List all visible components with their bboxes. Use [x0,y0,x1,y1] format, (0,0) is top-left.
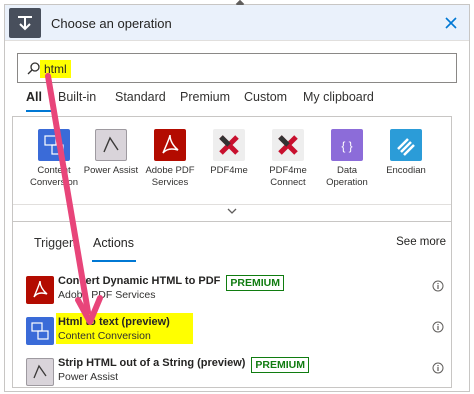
active-action-tab-indicator [92,260,136,262]
tab-premium[interactable]: Premium [180,90,230,104]
info-icon[interactable] [432,280,444,292]
action-subtitle: Power Assist [58,371,119,383]
tab-triggers[interactable]: Triggers [34,236,79,250]
encodian-icon [390,129,422,161]
panel-header: Choose an operation [5,5,469,41]
tab-all[interactable]: All [26,90,42,104]
premium-badge: PREMIUM [226,275,284,291]
data-operation-icon: { } [331,129,363,161]
tab-standard[interactable]: Standard [115,90,166,104]
tab-actions[interactable]: Actions [93,236,134,250]
chevron-down-icon[interactable] [226,206,238,216]
power-assist-icon [26,358,54,386]
see-more-link[interactable]: See more [396,236,446,248]
info-icon[interactable] [432,362,444,374]
pdf4me-icon [213,129,245,161]
active-tab-indicator [26,110,52,112]
adobe-pdf-icon [26,276,54,304]
action-html-to-text[interactable]: Html to text (preview) Content Conversio… [12,313,452,353]
pdf4me-connect-icon [272,129,304,161]
info-icon[interactable] [432,321,444,333]
connector-data-operation[interactable]: { } Data Operation [314,129,380,189]
action-subtitle: Content Conversion [58,330,151,342]
tab-built-in[interactable]: Built-in [58,90,96,104]
adobe-pdf-icon [154,129,186,161]
search-input[interactable]: html [17,53,457,83]
connector-pdf4me-connect[interactable]: PDF4me Connect [255,129,321,189]
content-conversion-icon [26,317,54,345]
connector-pdf4me[interactable]: PDF4me [196,129,262,177]
content-conversion-icon [38,129,70,161]
action-convert-dynamic-html-to-pdf[interactable]: Convert Dynamic HTML to PDF PREMIUM Adobe… [12,272,452,312]
panel-title: Choose an operation [51,16,172,31]
action-title: Html to text (preview) [58,316,170,328]
operation-step-icon [9,8,41,38]
close-icon[interactable] [441,13,461,33]
action-subtitle: Adobe PDF Services [58,289,156,301]
svg-text:{ }: { } [341,139,352,153]
connector-encodian[interactable]: Encodian [373,129,439,177]
connector-power-assist[interactable]: Power Assist [78,129,144,177]
premium-badge: PREMIUM [251,357,310,373]
power-assist-icon [95,129,127,161]
action-strip-html-out-of-string[interactable]: Strip HTML out of a String (preview) PREM… [12,354,452,394]
connector-adobe-pdf-services[interactable]: Adobe PDF Services [137,129,203,189]
search-value[interactable]: html [40,60,71,78]
connectors-divider [13,204,451,205]
tab-my-clipboard[interactable]: My clipboard [303,90,374,104]
connectors-grid: Content Conversion Power Assist Adobe PD… [12,116,452,222]
tab-custom[interactable]: Custom [244,90,287,104]
